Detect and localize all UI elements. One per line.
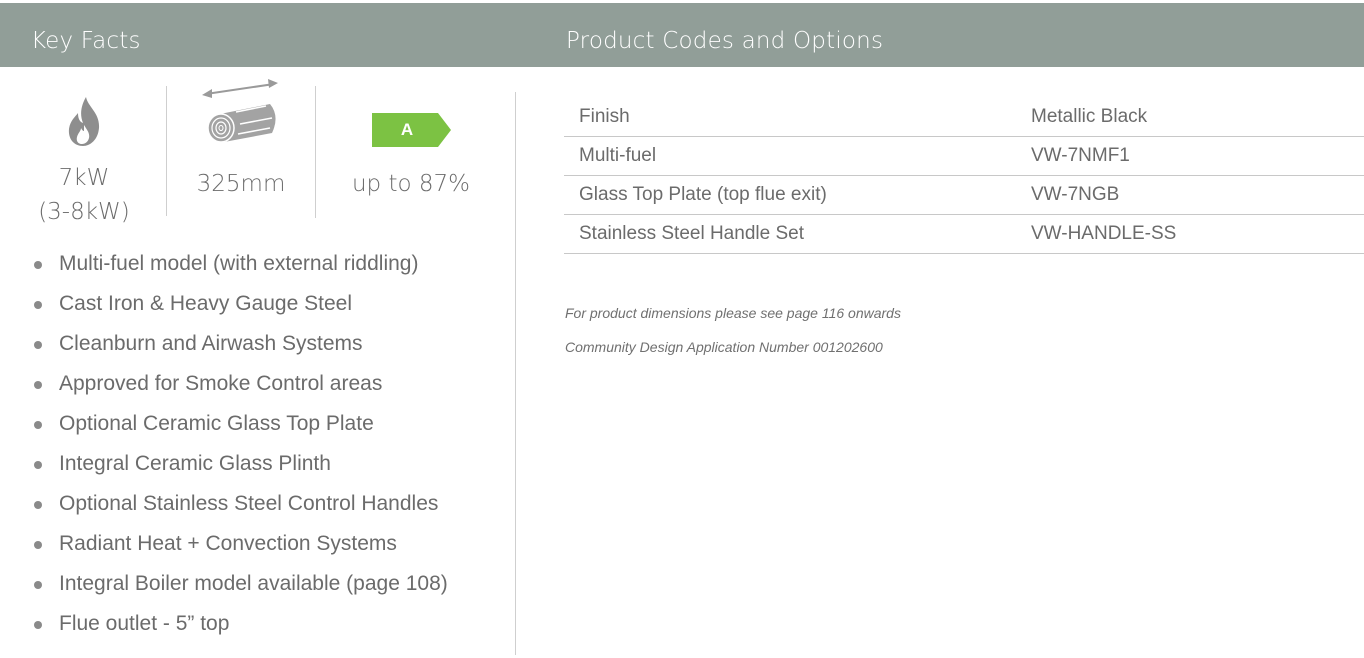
header-bar: Key Facts Product Codes and Options: [0, 3, 1364, 67]
table-row: Stainless Steel Handle Set VW-HANDLE-SS: [564, 214, 1364, 254]
design-number-note: Community Design Application Number 0012…: [565, 339, 883, 355]
dimensions-note: For product dimensions please see page 1…: [565, 305, 901, 321]
feature-text: Approved for Smoke Control areas: [59, 372, 383, 395]
column-divider: [515, 92, 516, 655]
key-facts-divider-2: [315, 86, 316, 218]
bullet-icon: [34, 541, 42, 549]
log-length-value: 325mm: [196, 171, 286, 197]
list-item: Radiant Heat + Convection Systems: [34, 530, 448, 570]
efficiency-badge-label: A: [400, 120, 414, 139]
bullet-icon: [34, 381, 42, 389]
feature-text: Integral Ceramic Glass Plinth: [59, 452, 331, 475]
bullet-icon: [34, 461, 42, 469]
feature-text: Cast Iron & Heavy Gauge Steel: [59, 292, 352, 315]
option-code: VW-HANDLE-SS: [1016, 214, 1364, 254]
option-label: Stainless Steel Handle Set: [564, 214, 1016, 254]
power-range-value: (3-8kW): [38, 199, 130, 225]
feature-text: Radiant Heat + Convection Systems: [59, 532, 397, 555]
list-item: Integral Ceramic Glass Plinth: [34, 450, 448, 490]
feature-text: Flue outlet - 5” top: [59, 612, 230, 635]
feature-text: Integral Boiler model available (page 10…: [59, 572, 448, 595]
option-label: Multi-fuel: [564, 136, 1016, 176]
option-label: Glass Top Plate (top flue exit): [564, 175, 1016, 215]
key-facts-divider-1: [166, 86, 167, 216]
option-code: VW-7NGB: [1016, 175, 1364, 215]
bullet-icon: [34, 501, 42, 509]
feature-text: Cleanburn and Airwash Systems: [59, 332, 363, 355]
list-item: Integral Boiler model available (page 10…: [34, 570, 448, 610]
table-row: Finish Metallic Black: [564, 98, 1364, 137]
bullet-icon: [34, 421, 42, 429]
list-item: Approved for Smoke Control areas: [34, 370, 448, 410]
log-length-icon: [200, 78, 282, 154]
bullet-icon: [34, 301, 42, 309]
list-item: Cleanburn and Airwash Systems: [34, 330, 448, 370]
feature-text: Optional Stainless Steel Control Handles: [59, 492, 439, 515]
list-item: Flue outlet - 5” top: [34, 610, 448, 650]
table-row: Glass Top Plate (top flue exit) VW-7NGB: [564, 175, 1364, 215]
flame-icon: [66, 95, 102, 147]
list-item: Cast Iron & Heavy Gauge Steel: [34, 290, 448, 330]
power-value: 7kW: [58, 165, 110, 191]
efficiency-value: up to 87%: [351, 171, 470, 197]
list-item: Optional Stainless Steel Control Handles: [34, 490, 448, 530]
option-code: VW-7NMF1: [1016, 136, 1364, 176]
feature-text: Optional Ceramic Glass Top Plate: [59, 412, 374, 435]
product-codes-table: Finish Metallic Black Multi-fuel VW-7NMF…: [564, 98, 1364, 254]
product-codes-title: Product Codes and Options: [566, 28, 884, 54]
features-list: Multi-fuel model (with external riddling…: [34, 250, 448, 650]
option-label: Finish: [564, 98, 1016, 137]
list-item: Multi-fuel model (with external riddling…: [34, 250, 448, 290]
list-item: Optional Ceramic Glass Top Plate: [34, 410, 448, 450]
key-facts-title: Key Facts: [31, 28, 141, 54]
bullet-icon: [34, 581, 42, 589]
bullet-icon: [34, 621, 42, 629]
feature-text: Multi-fuel model (with external riddling…: [59, 252, 419, 275]
table-row: Multi-fuel VW-7NMF1: [564, 136, 1364, 176]
option-code: Metallic Black: [1016, 98, 1364, 137]
bullet-icon: [34, 261, 42, 269]
bullet-icon: [34, 341, 42, 349]
